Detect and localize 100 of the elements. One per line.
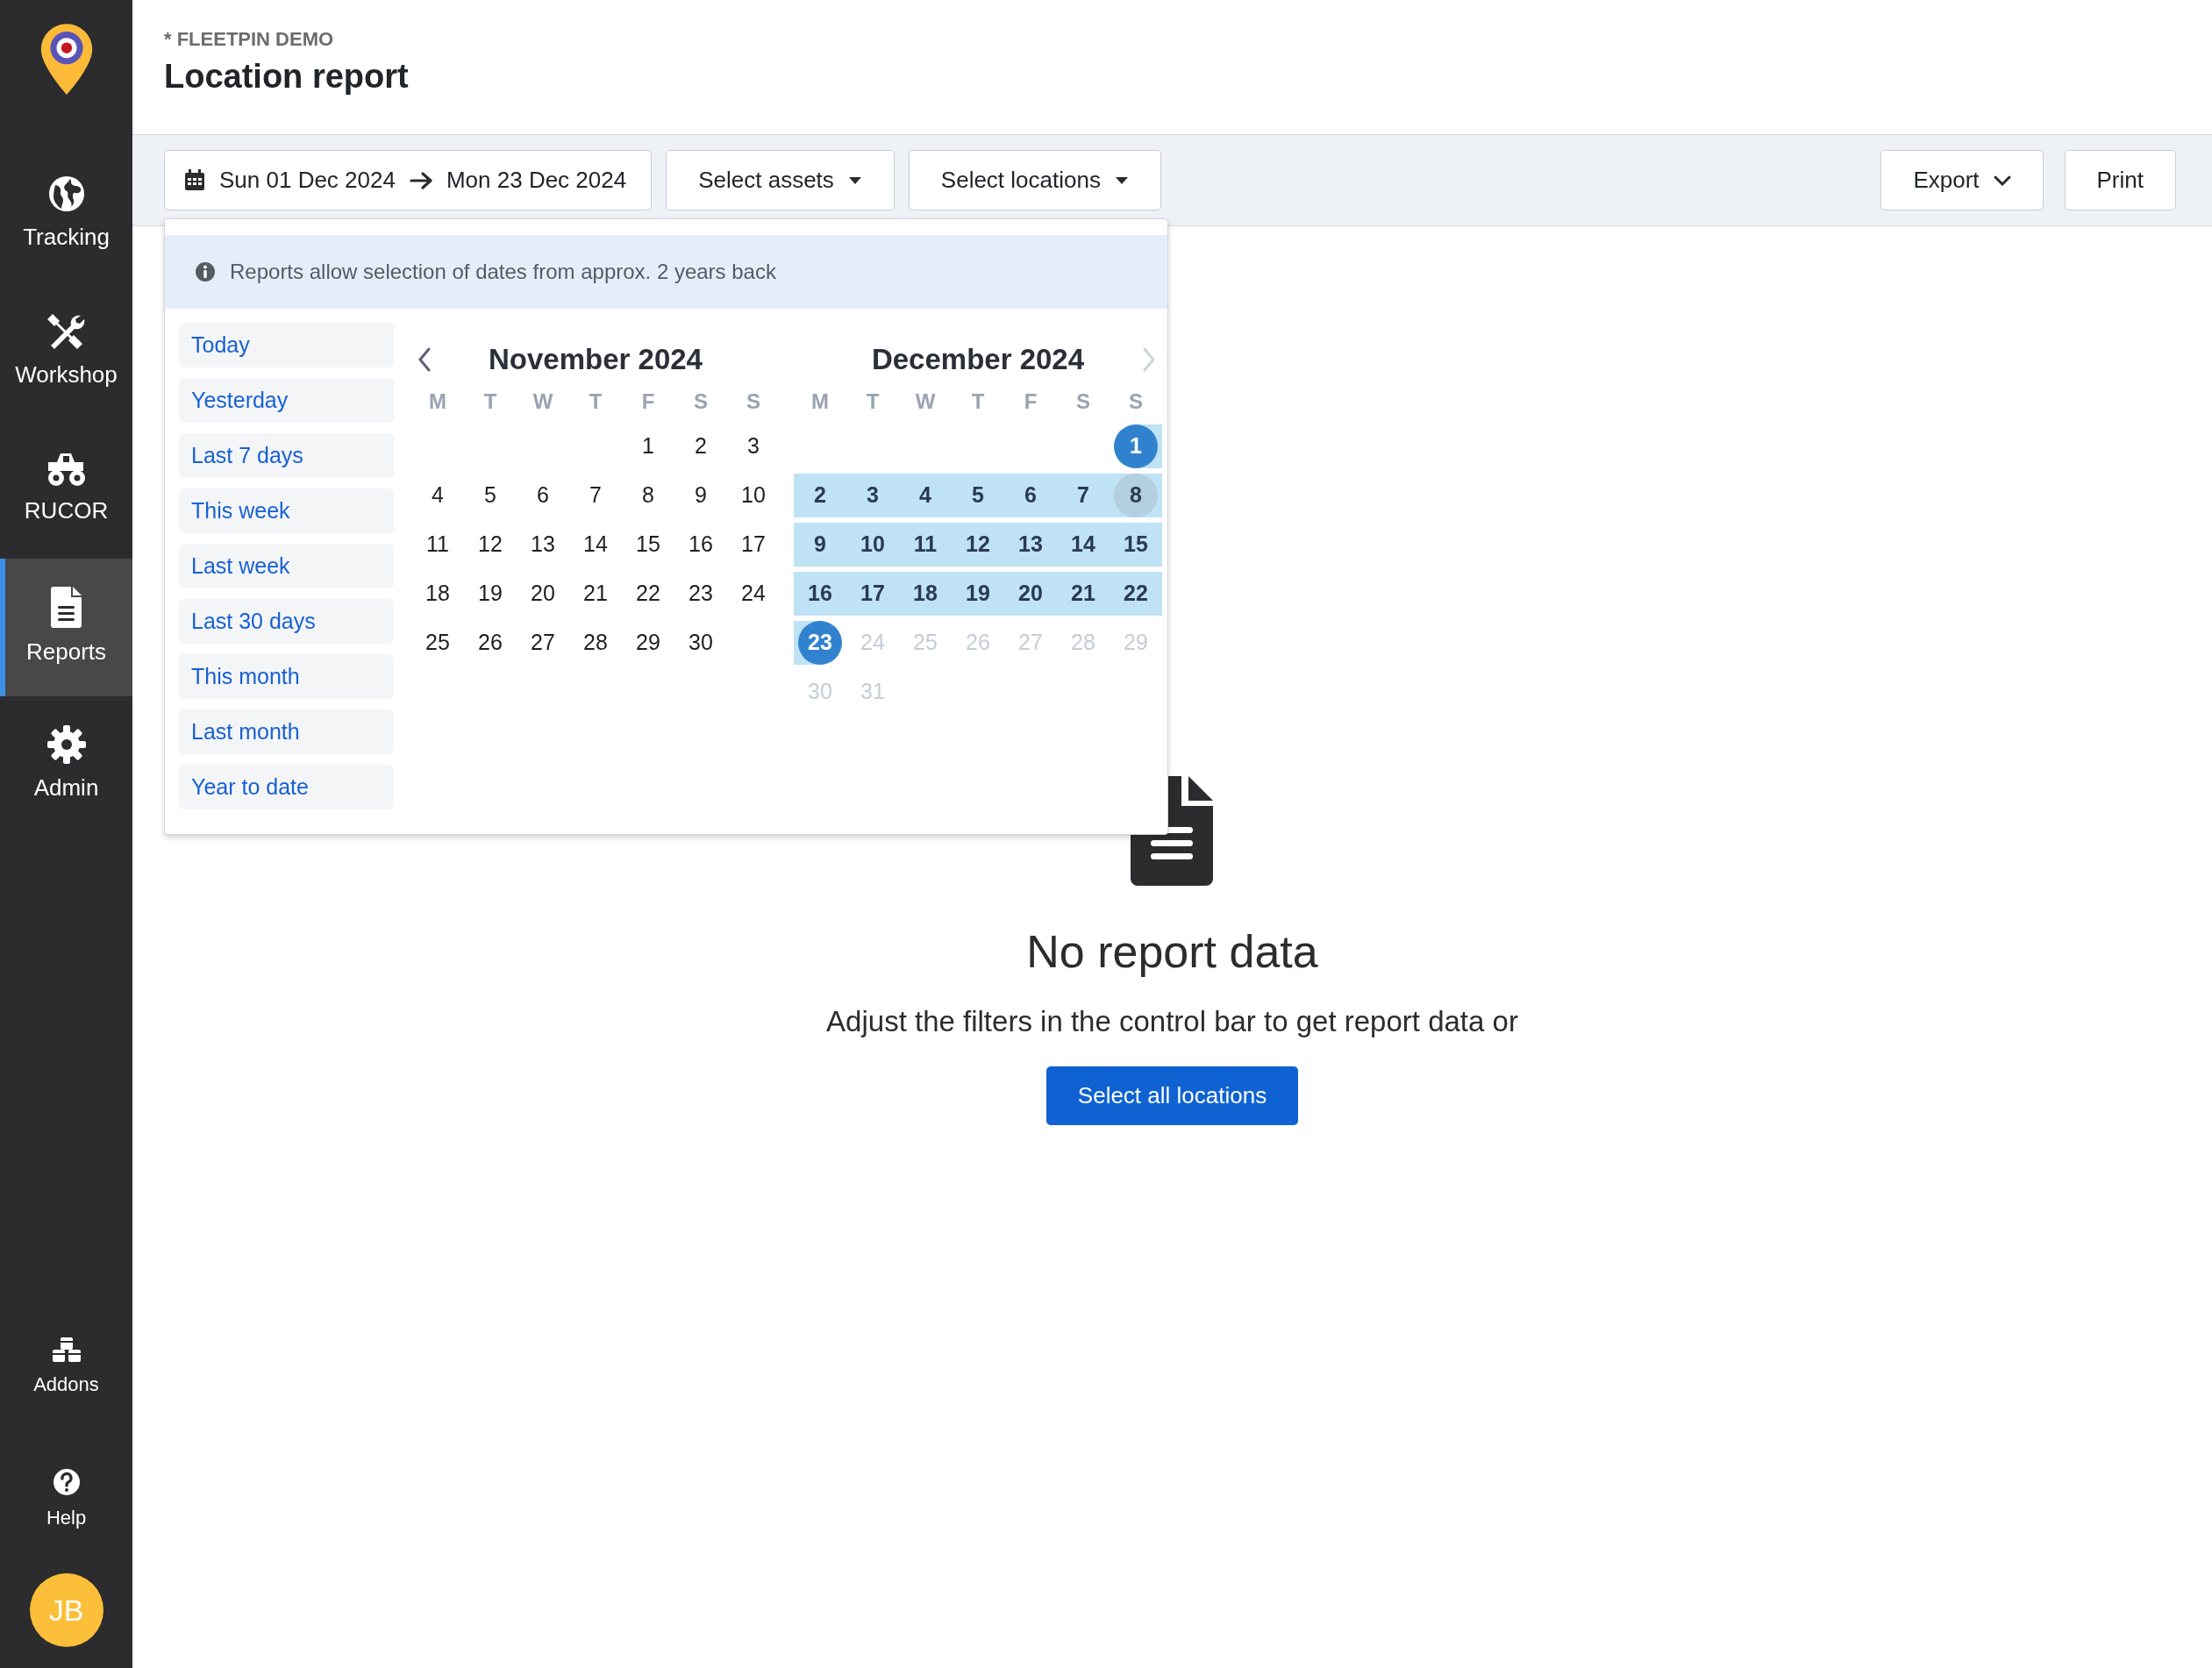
preset-option[interactable]: This month [179,654,394,699]
calendar-day[interactable]: 4 [411,474,464,517]
preset-option[interactable]: Year to date [179,765,394,809]
weekday-label: T [588,388,603,415]
calendar-day[interactable]: 14 [1057,523,1110,567]
cubes-icon [50,1337,82,1363]
chevron-down-icon [1993,175,2011,186]
calendar-day[interactable]: 12 [952,523,1004,567]
calendar-day[interactable]: 17 [727,523,780,567]
date-range-button[interactable]: Sun 01 Dec 2024 Mon 23 Dec 2024 [164,150,653,210]
calendar-day[interactable]: 11 [899,523,952,567]
calendar-day[interactable]: 3 [846,474,899,517]
calendar-day[interactable]: 10 [727,474,780,517]
calendar-day[interactable]: 21 [1057,572,1110,616]
calendar-day[interactable]: 18 [899,572,952,616]
sidebar-item[interactable]: Help [0,1434,132,1566]
sidebar-item[interactable]: Tracking [0,146,132,283]
empty-state-title: No report data [1026,925,1318,979]
caret-icon [847,175,862,185]
calendar-day[interactable]: 20 [1004,572,1057,616]
calendar-day[interactable]: 11 [411,523,464,567]
weekday-label: T [970,388,986,415]
empty-state-message: Adjust the filters in the control bar to get report data or [826,1004,1518,1040]
sidebar-item[interactable]: Addons [0,1301,132,1434]
weekday-label: W [914,388,937,415]
globe-icon [46,175,86,213]
calendar-day[interactable]: 15 [622,523,674,567]
calendar-icon [184,169,205,191]
preset-option[interactable]: Last month [179,709,394,754]
calendar-day[interactable]: 20 [517,572,569,616]
preset-option[interactable]: Today [179,323,394,367]
calendar-day[interactable]: 10 [846,523,899,567]
calendar-day[interactable]: 19 [464,572,517,616]
end-date: Mon 23 Dec 2024 [446,166,627,195]
calendar-day[interactable]: 22 [1110,572,1162,616]
select-all-locations-button[interactable]: Select all locations [1045,1066,1299,1125]
calendar-day[interactable]: 6 [1004,474,1057,517]
calendar-day[interactable]: 4 [899,474,952,517]
weekday-label: F [1023,388,1038,415]
calendar-day[interactable]: 12 [464,523,517,567]
weekday-label: F [640,388,656,415]
calendar-day[interactable]: 23 [674,572,727,616]
calendar-day[interactable]: 18 [411,572,464,616]
caret-icon [1114,175,1129,185]
calendar-day[interactable]: 7 [1057,474,1110,517]
calendar-day[interactable]: 25 [411,621,464,665]
calendar-day[interactable]: 1 [622,424,674,468]
file-icon [50,586,82,628]
calendar-day[interactable]: 5 [952,474,1004,517]
start-date: Sun 01 Dec 2024 [219,166,396,195]
weekday-label: S [1128,388,1144,415]
preset-option[interactable]: This week [179,488,394,533]
weekday-label: W [532,388,554,415]
calendar-day[interactable]: 5 [464,474,517,517]
calendar-day[interactable]: 26 [464,621,517,665]
calendar-day[interactable]: 15 [1110,523,1162,567]
weekday-label: M [810,388,830,415]
month-title: November 2024 [489,342,703,378]
calendar-day[interactable]: 2 [674,424,727,468]
dropdown-button[interactable]: Select assets [666,150,895,210]
calendar-day[interactable]: 7 [569,474,622,517]
calendar-day[interactable]: 9 [674,474,727,517]
sidebar-item[interactable]: RUCOR [0,421,132,559]
calendar-day[interactable]: 24 [727,572,780,616]
calendar-day[interactable]: 16 [794,572,846,616]
info-icon [195,261,216,282]
help-icon [52,1468,81,1496]
tools-icon [46,312,86,351]
sidebar-item[interactable]: Reports [0,559,132,696]
calendar-day[interactable]: 14 [569,523,622,567]
calendar-day[interactable]: 6 [517,474,569,517]
calendar-day[interactable]: 9 [794,523,846,567]
calendar-day[interactable]: 29 [622,621,674,665]
organization-label: * FLEETPIN DEMO [164,27,335,52]
arrow-right-icon [409,169,432,191]
calendar-day[interactable]: 22 [622,572,674,616]
preset-option[interactable]: Yesterday [179,378,394,423]
month-title: December 2024 [871,342,1085,378]
dropdown-button[interactable]: Select locations [908,150,1161,210]
preset-option[interactable]: Last 30 days [179,599,394,644]
sidebar-item[interactable]: Workshop [0,283,132,421]
calendar-day[interactable]: 8 [622,474,674,517]
calendar-day[interactable]: 16 [674,523,727,567]
print-button[interactable]: Print [2064,150,2176,210]
calendar-day[interactable]: 2 [794,474,846,517]
calendar-day[interactable]: 13 [1004,523,1057,567]
page-title: Location report [164,57,410,96]
sidebar-item[interactable]: Admin [0,696,132,834]
calendar-day[interactable]: 30 [674,621,727,665]
calendar-day[interactable]: 27 [517,621,569,665]
calendar-day[interactable]: 17 [846,572,899,616]
calendar-day[interactable]: 21 [569,572,622,616]
calendar-day[interactable]: 28 [569,621,622,665]
calendar-day[interactable]: 19 [952,572,1004,616]
weekday-label: S [1075,388,1091,415]
export-button[interactable]: Export [1880,150,2044,210]
preset-option[interactable]: Last 7 days [179,433,394,478]
calendar-day[interactable]: 13 [517,523,569,567]
preset-option[interactable]: Last week [179,544,394,588]
calendar-day[interactable]: 3 [727,424,780,468]
